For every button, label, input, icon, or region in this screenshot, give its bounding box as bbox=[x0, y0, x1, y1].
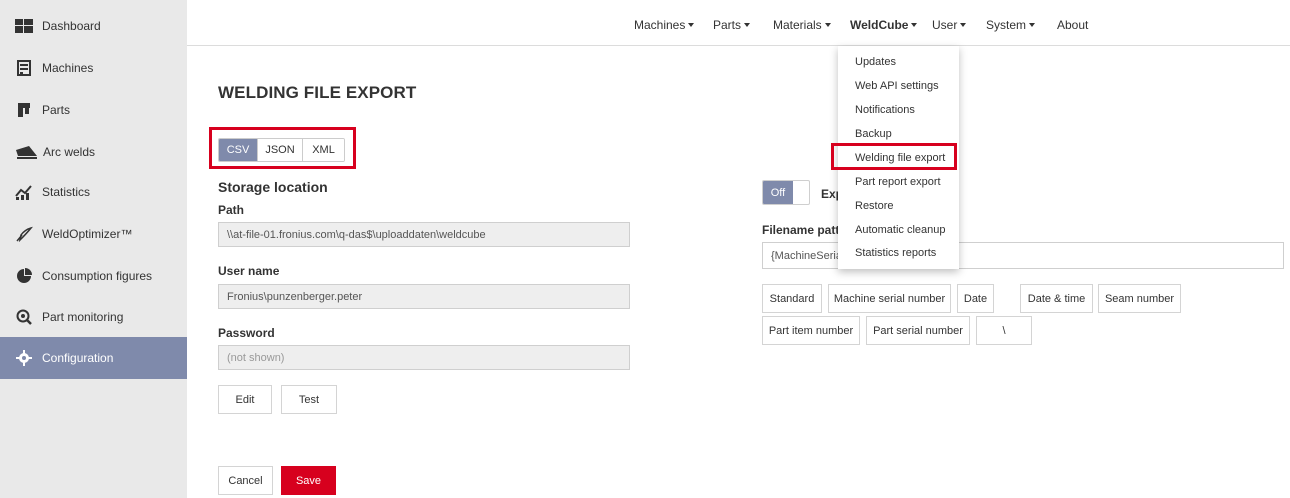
sidebar-item-label: Dashboard bbox=[42, 18, 101, 33]
menu-item-welding-file-export[interactable]: Welding file export bbox=[855, 152, 945, 164]
toggle-label: Off bbox=[763, 181, 793, 204]
gear-icon bbox=[15, 350, 33, 366]
nav-item-user[interactable]: User bbox=[932, 18, 967, 32]
nav-label: System bbox=[986, 18, 1027, 32]
caret-down-icon bbox=[688, 22, 695, 27]
nav-item-about[interactable]: About bbox=[1057, 18, 1088, 32]
caret-down-icon bbox=[824, 22, 831, 27]
path-field[interactable]: \\at-file-01.fronius.com\q-das$\uploadda… bbox=[218, 222, 630, 247]
sidebar-item-statistics[interactable]: Statistics bbox=[0, 171, 187, 212]
storage-location-title: Storage location bbox=[218, 179, 328, 195]
user-name-field[interactable]: Fronius\punzenberger.peter bbox=[218, 284, 630, 309]
menu-item-web-api-settings[interactable]: Web API settings bbox=[855, 80, 939, 92]
menu-item-automatic-cleanup[interactable]: Automatic cleanup bbox=[855, 224, 946, 236]
chip-backslash[interactable]: \ bbox=[976, 316, 1032, 345]
sidebar-item-dashboard[interactable]: Dashboard bbox=[0, 5, 187, 46]
nav-item-system[interactable]: System bbox=[986, 18, 1036, 32]
password-label: Password bbox=[218, 326, 275, 340]
nav-label: WeldCube bbox=[850, 18, 909, 32]
export-toggle[interactable]: Off bbox=[762, 180, 810, 205]
sidebar-item-part-monitoring[interactable]: Part monitoring bbox=[0, 296, 187, 337]
weldcube-dropdown-menu: Updates Web API settings Notifications B… bbox=[838, 46, 959, 269]
chip-date[interactable]: Date bbox=[957, 284, 994, 313]
filename-pattern-label: Filename patte bbox=[762, 223, 847, 237]
sidebar-item-label: Statistics bbox=[42, 184, 91, 199]
nav-label: User bbox=[932, 18, 958, 32]
sidebar-item-consumption-figures[interactable]: Consumption figures bbox=[0, 255, 187, 296]
caret-down-icon bbox=[960, 22, 967, 27]
sidebar-item-arc-welds[interactable]: Arc welds bbox=[0, 131, 187, 172]
parts-icon bbox=[15, 102, 33, 118]
search-icon bbox=[15, 309, 33, 325]
password-field[interactable]: (not shown) bbox=[218, 345, 630, 370]
nav-item-machines[interactable]: Machines bbox=[634, 18, 695, 32]
chip-date-time[interactable]: Date & time bbox=[1020, 284, 1093, 313]
sidebar-item-machines[interactable]: Machines bbox=[0, 47, 187, 88]
sidebar-item-label: Consumption figures bbox=[42, 268, 153, 283]
nav-item-weldcube[interactable]: WeldCube bbox=[850, 18, 918, 32]
test-button[interactable]: Test bbox=[281, 385, 337, 414]
nav-label: Parts bbox=[713, 18, 742, 32]
nav-item-materials[interactable]: Materials bbox=[773, 18, 831, 32]
path-label: Path bbox=[218, 203, 245, 217]
machine-icon bbox=[15, 59, 33, 76]
format-selector: CSV JSON XML bbox=[218, 138, 345, 162]
edit-button[interactable]: Edit bbox=[218, 385, 272, 414]
sidebar-item-label: Arc welds bbox=[43, 144, 96, 159]
caret-down-icon bbox=[744, 22, 751, 27]
page-title: WELDING FILE EXPORT bbox=[218, 83, 417, 102]
sidebar-item-label: WeldOptimizer™ bbox=[42, 226, 133, 241]
arc-weld-icon bbox=[15, 144, 39, 160]
nav-label: Machines bbox=[634, 18, 686, 32]
chip-machine-serial-number[interactable]: Machine serial number bbox=[828, 284, 951, 313]
statistics-icon bbox=[15, 184, 33, 200]
nav-label: About bbox=[1057, 18, 1089, 32]
nav-item-parts[interactable]: Parts bbox=[713, 18, 751, 32]
menu-item-part-report-export[interactable]: Part report export bbox=[855, 176, 941, 188]
menu-item-restore[interactable]: Restore bbox=[855, 200, 894, 212]
save-button[interactable]: Save bbox=[281, 466, 336, 495]
sidebar-item-label: Configuration bbox=[42, 351, 114, 365]
menu-item-notifications[interactable]: Notifications bbox=[855, 104, 915, 116]
chip-seam-number[interactable]: Seam number bbox=[1098, 284, 1181, 313]
menu-item-statistics-reports[interactable]: Statistics reports bbox=[855, 247, 936, 259]
sidebar-item-label: Part monitoring bbox=[42, 309, 124, 324]
sidebar-item-configuration[interactable]: Configuration bbox=[0, 337, 187, 379]
menu-item-backup[interactable]: Backup bbox=[855, 128, 892, 140]
pie-chart-icon bbox=[15, 267, 33, 284]
sidebar: Dashboard Machines Parts Arc welds Stati… bbox=[0, 0, 187, 498]
sidebar-item-weldoptimizer[interactable]: WeldOptimizer™ bbox=[0, 213, 187, 254]
cancel-button[interactable]: Cancel bbox=[218, 466, 273, 495]
dashboard-icon bbox=[15, 18, 33, 34]
format-json-button[interactable]: JSON bbox=[258, 139, 303, 161]
format-xml-button[interactable]: XML bbox=[303, 139, 344, 161]
user-name-label: User name bbox=[218, 264, 280, 278]
caret-down-icon bbox=[911, 22, 918, 27]
caret-down-icon bbox=[1029, 22, 1036, 27]
format-csv-button[interactable]: CSV bbox=[219, 139, 258, 161]
nav-label: Materials bbox=[773, 18, 822, 32]
weld-optimizer-icon bbox=[15, 226, 33, 242]
sidebar-item-label: Parts bbox=[42, 102, 71, 117]
sidebar-item-label: Machines bbox=[42, 60, 94, 75]
menu-item-updates[interactable]: Updates bbox=[855, 56, 896, 68]
chip-standard[interactable]: Standard bbox=[762, 284, 822, 313]
sidebar-item-parts[interactable]: Parts bbox=[0, 89, 187, 130]
chip-part-item-number[interactable]: Part item number bbox=[762, 316, 860, 345]
chip-part-serial-number[interactable]: Part serial number bbox=[866, 316, 970, 345]
